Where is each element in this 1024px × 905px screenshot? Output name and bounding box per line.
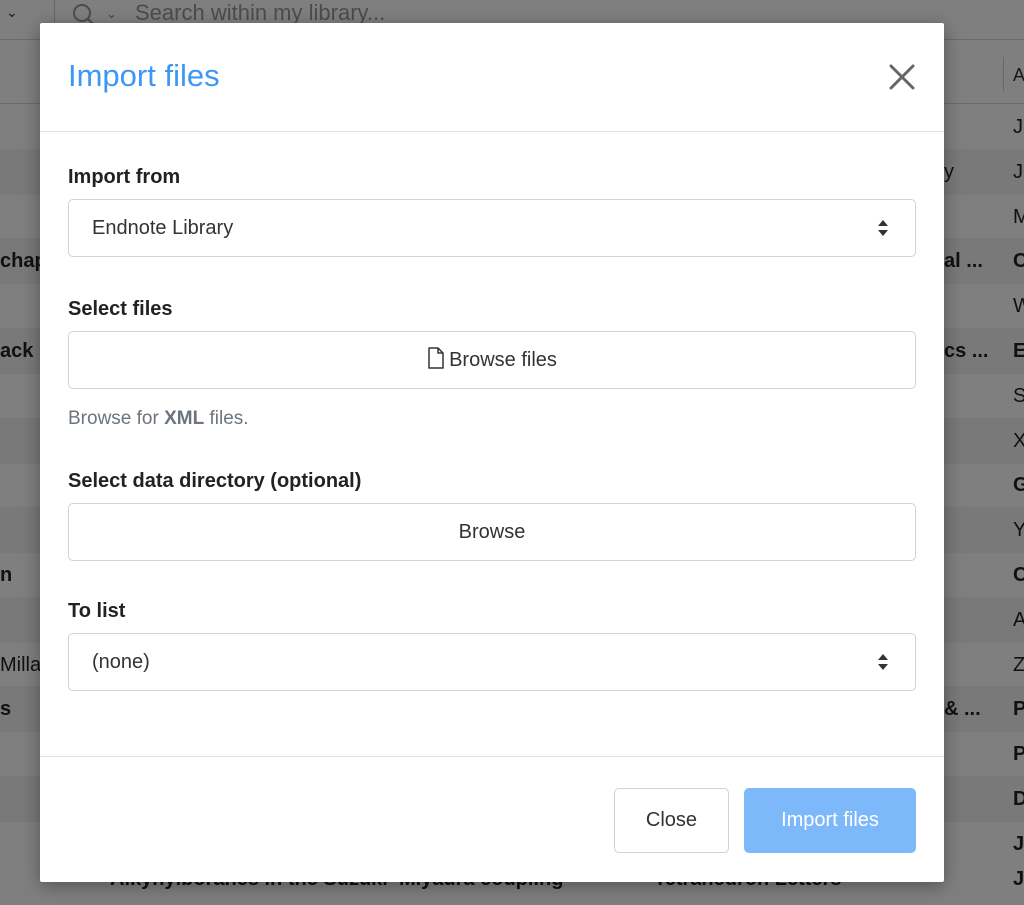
select-files-label: Select files [68,298,173,320]
close-icon[interactable] [886,61,918,93]
help-bold: XML [164,408,205,429]
browse-directory-button[interactable]: Browse [68,503,916,561]
file-icon [428,347,444,369]
modal-footer: Close Import files [40,756,944,882]
modal-title: Import files [68,58,220,93]
browse-files-label: Browse files [449,349,557,371]
help-prefix: Browse for [68,408,165,429]
close-button[interactable]: Close [614,788,729,853]
select-arrows-icon [878,220,888,236]
to-list-value: (none) [92,651,150,673]
to-list-label: To list [68,600,126,622]
browse-files-button[interactable]: Browse files [68,331,916,389]
import-from-select[interactable]: Endnote Library [68,199,916,257]
browse-directory-label: Browse [458,521,526,543]
import-files-dialog: Import files Import from Endnote Library… [40,23,944,882]
data-directory-label: Select data directory (optional) [68,470,362,492]
modal-header: Import files [40,23,944,132]
import-files-button[interactable]: Import files [744,788,916,853]
select-arrows-icon [878,654,888,670]
to-list-select[interactable]: (none) [68,633,916,691]
select-files-help-text: Browse for XML files. [68,408,249,430]
import-from-label: Import from [68,166,181,188]
help-suffix: files. [204,408,249,429]
import-from-value: Endnote Library [92,217,234,239]
